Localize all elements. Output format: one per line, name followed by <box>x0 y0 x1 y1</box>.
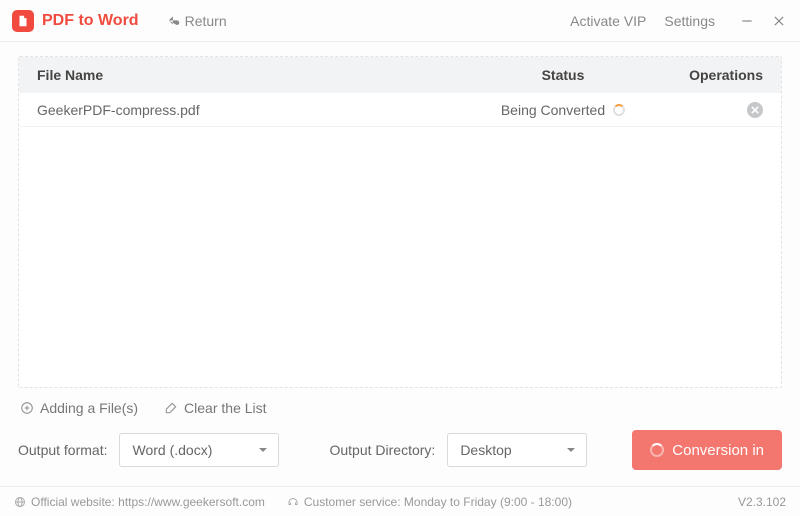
output-format-label: Output format: <box>18 442 107 458</box>
main-area: File Name Status Operations GeekerPDF-co… <box>0 42 800 416</box>
return-arrow-icon <box>167 14 181 28</box>
minimize-button[interactable] <box>740 14 754 28</box>
settings-link[interactable]: Settings <box>664 13 715 29</box>
col-header-file: File Name <box>37 67 483 83</box>
chevron-down-icon <box>566 445 576 455</box>
version-label: V2.3.102 <box>738 495 786 509</box>
convert-spinner-icon <box>650 443 664 457</box>
clear-list-label: Clear the List <box>184 400 266 416</box>
app-header: PDF to Word Return Activate VIP Settings <box>0 0 800 42</box>
output-directory-select[interactable]: Desktop <box>447 433 587 467</box>
table-header-row: File Name Status Operations <box>19 57 781 93</box>
customer-service: Customer service: Monday to Friday (9:00… <box>287 495 572 509</box>
delete-row-button[interactable] <box>747 102 763 118</box>
spinner-icon <box>613 104 625 116</box>
app-logo-icon <box>12 10 34 32</box>
col-header-operations: Operations <box>643 67 763 83</box>
status-cell: Being Converted <box>483 102 643 118</box>
file-table: File Name Status Operations GeekerPDF-co… <box>18 56 782 388</box>
output-directory-value: Desktop <box>460 442 511 458</box>
minimize-icon <box>740 14 754 28</box>
list-actions: Adding a File(s) Clear the List <box>18 388 782 416</box>
return-button[interactable]: Return <box>167 13 227 29</box>
official-website[interactable]: Official website: https://www.geekersoft… <box>14 495 265 509</box>
bottom-controls: Output format: Word (.docx) Output Direc… <box>0 416 800 486</box>
activate-vip-link[interactable]: Activate VIP <box>570 13 646 29</box>
close-button[interactable] <box>772 14 786 28</box>
add-file-button[interactable]: Adding a File(s) <box>20 400 138 416</box>
status-text: Being Converted <box>501 102 605 118</box>
clear-icon <box>164 401 178 415</box>
output-directory-label: Output Directory: <box>329 442 435 458</box>
close-x-icon <box>751 106 759 114</box>
clear-list-button[interactable]: Clear the List <box>164 400 266 416</box>
footer: Official website: https://www.geekersoft… <box>0 486 800 516</box>
operations-cell <box>643 101 763 118</box>
plus-circle-icon <box>20 401 34 415</box>
convert-button[interactable]: Conversion in <box>632 430 782 470</box>
close-icon <box>772 14 786 28</box>
customer-text: Customer service: Monday to Friday (9:00… <box>304 495 572 509</box>
output-format-select[interactable]: Word (.docx) <box>119 433 279 467</box>
window-controls <box>740 14 786 28</box>
return-label: Return <box>185 13 227 29</box>
file-name-cell: GeekerPDF-compress.pdf <box>37 102 483 118</box>
add-file-label: Adding a File(s) <box>40 400 138 416</box>
app-title: PDF to Word <box>42 12 139 30</box>
chevron-down-icon <box>258 445 268 455</box>
output-format-value: Word (.docx) <box>132 442 212 458</box>
convert-label: Conversion in <box>672 442 764 459</box>
col-header-status: Status <box>483 67 643 83</box>
headset-icon <box>287 496 299 508</box>
table-row: GeekerPDF-compress.pdf Being Converted <box>19 93 781 127</box>
website-text: Official website: https://www.geekersoft… <box>31 495 265 509</box>
globe-icon <box>14 496 26 508</box>
